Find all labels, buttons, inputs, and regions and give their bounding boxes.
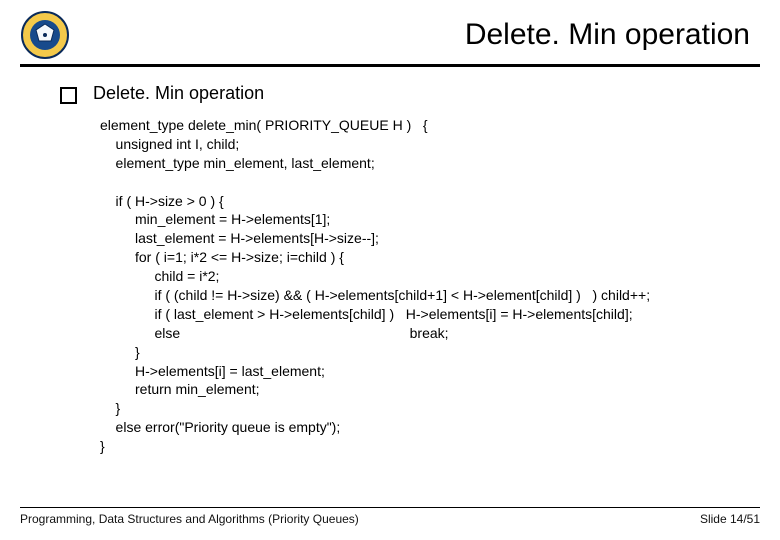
slide: Delete. Min operation Delete. Min operat… <box>0 0 780 540</box>
bullet-item: Delete. Min operation <box>60 83 750 104</box>
seal-logo-icon <box>20 10 70 60</box>
square-bullet-icon <box>60 87 77 104</box>
code-block: element_type delete_min( PRIORITY_QUEUE … <box>60 116 750 456</box>
bullet-label: Delete. Min operation <box>93 83 264 104</box>
footer-row: Programming, Data Structures and Algorit… <box>20 512 760 526</box>
slide-title: Delete. Min operation <box>70 18 760 52</box>
footer-left: Programming, Data Structures and Algorit… <box>20 512 359 526</box>
footer: Programming, Data Structures and Algorit… <box>20 507 760 526</box>
footer-divider <box>20 507 760 508</box>
header: Delete. Min operation <box>0 0 780 60</box>
footer-right: Slide 14/51 <box>700 512 760 526</box>
slide-body: Delete. Min operation element_type delet… <box>0 67 780 456</box>
